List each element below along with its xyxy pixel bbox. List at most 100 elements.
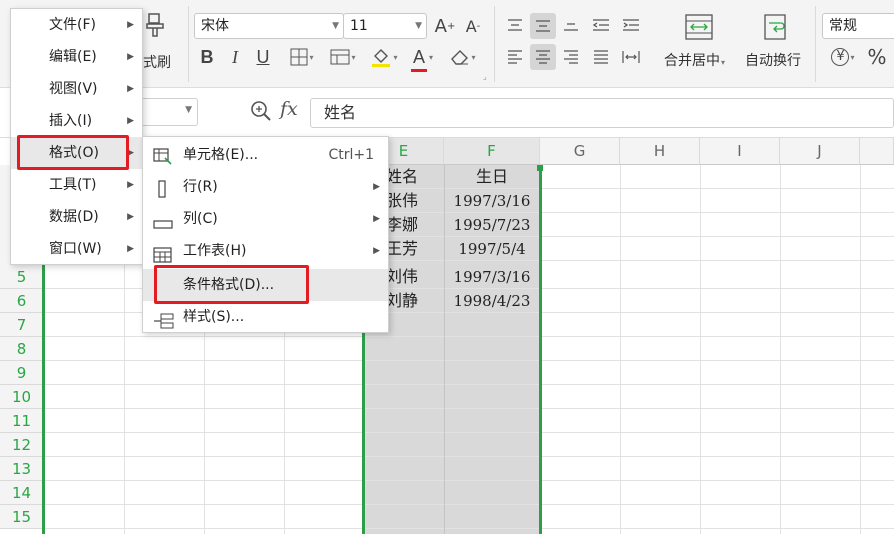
menu-item-label: 工具(T) <box>49 177 97 193</box>
align-bottom-icon[interactable] <box>559 13 583 39</box>
row-header-13[interactable]: 13 <box>0 457 44 481</box>
font-size-select[interactable]: 11 ▼ <box>343 13 427 39</box>
merge-center-button[interactable]: 合并居中▾ <box>664 50 725 70</box>
fill-handle[interactable] <box>537 165 543 171</box>
fx-label[interactable]: fx <box>280 98 298 120</box>
align-middle-icon[interactable] <box>530 13 556 39</box>
currency-icon[interactable]: ¥ ▾ <box>826 44 860 70</box>
grid-line <box>44 456 894 457</box>
font-name-select[interactable]: 宋体 ▼ <box>194 13 344 39</box>
grid-line <box>44 384 894 385</box>
menu-item-window[interactable]: 窗口(W) ▶ <box>11 233 142 265</box>
menu-item-label: 文件(F) <box>49 17 96 33</box>
italic-button[interactable]: I <box>225 44 245 70</box>
cell-f2[interactable]: 1997/3/16 <box>444 189 540 213</box>
font-name-value: 宋体 <box>201 18 229 34</box>
format-painter-icon[interactable] <box>140 10 170 40</box>
bold-button[interactable]: B <box>197 44 217 70</box>
chevron-down-icon: ▼ <box>185 105 192 115</box>
cell-f1[interactable]: 生日 <box>444 165 540 189</box>
cell-f6[interactable]: 1998/4/23 <box>444 289 540 313</box>
format-painter-label[interactable]: 式刷 <box>143 52 171 72</box>
align-left-icon[interactable] <box>503 44 527 70</box>
menu-item-insert[interactable]: 插入(I) ▶ <box>11 105 142 137</box>
grid-line <box>700 165 701 534</box>
cell-style-icon[interactable]: ▾ <box>326 44 360 70</box>
menu-item-label: 数据(D) <box>49 209 99 225</box>
shortcut-label: Ctrl+1 <box>328 147 374 163</box>
column-header-f[interactable]: F <box>444 138 540 165</box>
font-group-launcher-icon[interactable]: ⌟ <box>483 72 487 81</box>
column-header-g[interactable]: G <box>540 138 620 165</box>
submenu-item-label: 样式(S)... <box>183 309 245 325</box>
row-header-8[interactable]: 8 <box>0 337 44 361</box>
merge-center-label: 合并居中 <box>664 53 720 69</box>
grid-line <box>860 165 861 534</box>
submenu-item-column[interactable]: 列(C) ▶ <box>143 203 388 235</box>
align-center-icon[interactable] <box>530 44 556 70</box>
submenu-item-label: 列(C) <box>183 211 218 227</box>
submenu-item-style[interactable]: 样式(S)... <box>143 301 388 333</box>
wrap-text-button[interactable]: 自动换行 <box>745 50 801 70</box>
increase-indent-icon[interactable] <box>618 13 644 39</box>
merge-center-icon[interactable] <box>684 13 714 41</box>
row-header-6[interactable]: 6 <box>0 289 44 313</box>
column-header-k[interactable] <box>860 138 894 165</box>
font-color-icon[interactable]: A ▾ <box>406 44 440 72</box>
menu-item-view[interactable]: 视图(V) ▶ <box>11 73 142 105</box>
chevron-down-icon: ▼ <box>415 21 422 31</box>
cell-f4[interactable]: 1997/5/4 <box>444 237 540 261</box>
currency-glyph: ¥ <box>831 48 850 66</box>
row-header-14[interactable]: 14 <box>0 481 44 505</box>
menu-item-file[interactable]: 文件(F) ▶ <box>11 9 142 41</box>
decrease-indent-icon[interactable] <box>588 13 614 39</box>
chevron-right-icon: ▶ <box>127 52 134 62</box>
chevron-right-icon: ▶ <box>127 20 134 30</box>
row-header-15[interactable]: 15 <box>0 505 44 529</box>
clear-format-icon[interactable]: ▾ <box>446 44 480 70</box>
align-top-icon[interactable] <box>503 13 527 39</box>
grid-line <box>44 504 894 505</box>
border-icon[interactable]: ▾ <box>285 44 319 70</box>
row-header-5[interactable]: 5 <box>0 265 44 289</box>
font-size-value: 11 <box>350 18 368 34</box>
justify-icon[interactable] <box>588 44 614 70</box>
number-format-select[interactable]: 常规 <box>822 13 894 39</box>
divider <box>188 6 189 82</box>
menu-item-edit[interactable]: 编辑(E) ▶ <box>11 41 142 73</box>
submenu-item-label: 工作表(H) <box>183 243 247 259</box>
chevron-right-icon: ▶ <box>127 116 134 126</box>
submenu-item-cells[interactable]: 单元格(E)... Ctrl+1 <box>143 139 388 171</box>
chevron-right-icon: ▶ <box>127 212 134 222</box>
menu-item-tools[interactable]: 工具(T) ▶ <box>11 169 142 201</box>
row-header-10[interactable]: 10 <box>0 385 44 409</box>
submenu-item-worksheet[interactable]: 工作表(H) ▶ <box>143 235 388 267</box>
fill-color-icon[interactable]: ▾ <box>366 44 402 70</box>
underline-button[interactable]: U <box>253 44 273 70</box>
percent-icon[interactable]: % <box>864 44 890 70</box>
formula-input[interactable]: 姓名 <box>310 98 894 128</box>
wrap-text-icon[interactable] <box>760 13 790 41</box>
submenu-item-row[interactable]: 行(R) ▶ <box>143 171 388 203</box>
row-header-11[interactable]: 11 <box>0 409 44 433</box>
number-format-value: 常规 <box>829 18 857 34</box>
grid-line <box>780 165 781 534</box>
menu-item-label: 编辑(E) <box>49 49 97 65</box>
increase-font-icon[interactable]: A + <box>434 13 456 39</box>
highlight-format-menu <box>17 135 129 170</box>
menu-item-data[interactable]: 数据(D) ▶ <box>11 201 142 233</box>
chevron-right-icon: ▶ <box>373 214 380 224</box>
column-header-i[interactable]: I <box>700 138 780 165</box>
distributed-align-icon[interactable] <box>618 44 644 70</box>
row-header-7[interactable]: 7 <box>0 313 44 337</box>
row-header-12[interactable]: 12 <box>0 433 44 457</box>
align-right-icon[interactable] <box>559 44 583 70</box>
cell-f3[interactable]: 1995/7/23 <box>444 213 540 237</box>
column-header-j[interactable]: J <box>780 138 860 165</box>
chevron-right-icon: ▶ <box>127 84 134 94</box>
row-header-9[interactable]: 9 <box>0 361 44 385</box>
column-header-h[interactable]: H <box>620 138 700 165</box>
decrease-font-icon[interactable]: A- <box>462 13 484 39</box>
zoom-formula-icon[interactable] <box>250 100 272 124</box>
cell-f5[interactable]: 1997/3/16 <box>444 265 540 289</box>
